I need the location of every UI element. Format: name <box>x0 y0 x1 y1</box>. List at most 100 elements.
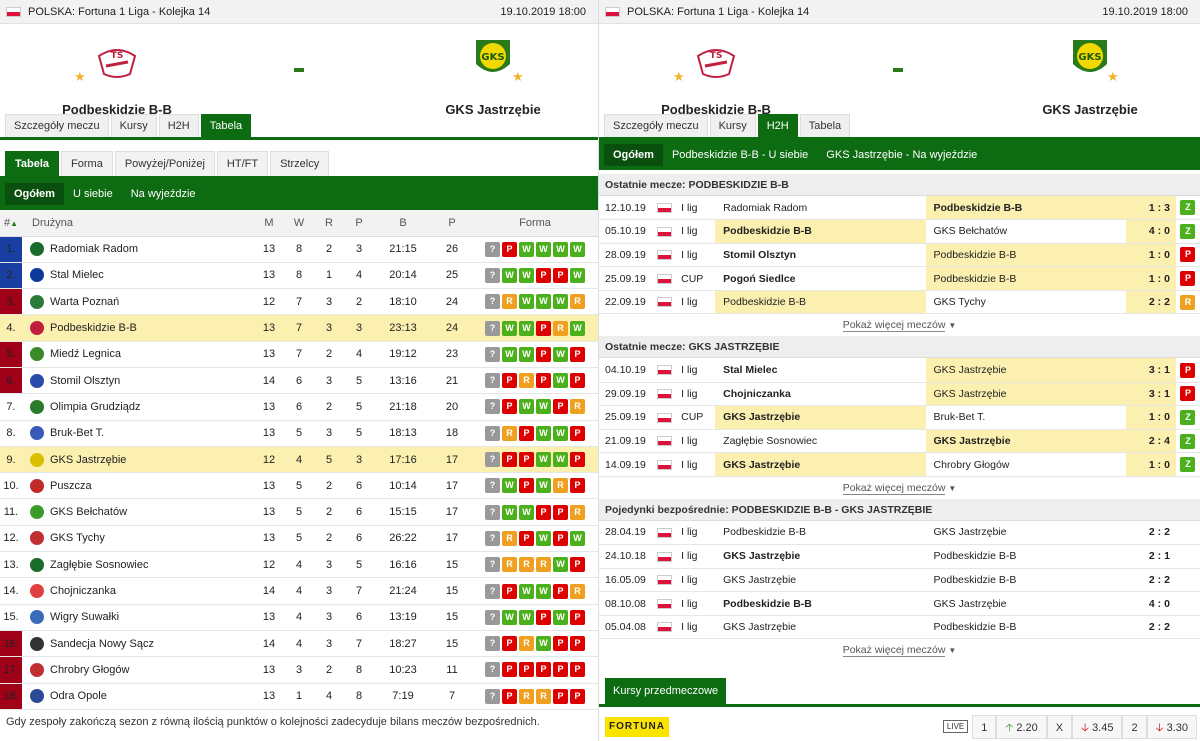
form-badge[interactable]: P <box>553 399 568 415</box>
team-cell[interactable]: Podbeskidzie B-B <box>22 314 254 342</box>
match-row[interactable]: 28.04.19 I lig Podbeskidzie B-B GKS Jastrzę… <box>599 520 1200 546</box>
table-row[interactable]: 13. Zagłębie Sosnowiec 12 4 3 5 16:16 15? R R R W P <box>0 551 598 579</box>
form-badge[interactable]: R <box>519 557 534 573</box>
form-badge[interactable]: W <box>553 609 568 625</box>
form-badge[interactable]: ? <box>485 320 500 336</box>
tab-standings[interactable]: Tabela <box>200 114 252 137</box>
form-badge[interactable]: W <box>536 425 551 441</box>
form-badge[interactable]: W <box>519 504 534 520</box>
team-cell[interactable]: GKS Jastrzębie <box>22 446 254 474</box>
team-cell[interactable]: Wigry Suwałki <box>22 604 254 631</box>
col-points[interactable]: P <box>432 210 472 237</box>
form-badge[interactable]: P <box>553 530 568 546</box>
form-badge[interactable]: W <box>536 294 551 310</box>
home-team[interactable]: TS Podbeskidzie B-B <box>22 36 212 117</box>
form-badge[interactable]: P <box>502 688 517 704</box>
form-badge[interactable]: ? <box>485 399 500 415</box>
match-row[interactable]: 24.10.18 I lig GKS Jastrzębie Podbeskidzie … <box>599 544 1200 569</box>
form-badge[interactable]: W <box>519 241 534 257</box>
form-badge[interactable]: W <box>553 557 568 573</box>
form-badge[interactable]: P <box>553 583 568 599</box>
tab-pre-match-odds[interactable]: Kursy przedmeczowe <box>605 678 727 704</box>
table-row[interactable]: 8. Bruk-Bet T. 13 5 3 5 18:13 18? R P W W P <box>0 420 598 447</box>
form-badge[interactable]: W <box>519 267 534 283</box>
form-badge[interactable]: W <box>502 346 517 362</box>
form-badge[interactable]: R <box>519 373 534 389</box>
form-badge[interactable]: P <box>570 557 585 573</box>
form-badge[interactable]: W <box>519 294 534 310</box>
col-wins[interactable]: W <box>284 210 314 237</box>
form-badge[interactable]: R <box>502 530 517 546</box>
form-badge[interactable]: W <box>502 478 517 494</box>
form-badge[interactable]: ? <box>485 609 500 625</box>
form-badge[interactable]: R <box>536 688 551 704</box>
show-more-link[interactable]: Pokaż więcej meczów ▼ <box>599 639 1200 661</box>
tab-match-details[interactable]: Szczegóły meczu <box>5 114 109 137</box>
team-cell[interactable]: Stomil Olsztyn <box>22 367 254 395</box>
away-team[interactable]: GKS GKS Jastrzębie <box>995 36 1185 117</box>
form-badge[interactable]: ? <box>485 530 500 546</box>
form-badge[interactable]: W <box>519 346 534 362</box>
form-badge[interactable]: ? <box>485 636 500 652</box>
table-row[interactable]: 7. Olimpia Grudziądz 13 6 2 5 21:18 20? P W W P R <box>0 393 598 421</box>
match-row[interactable]: 08.10.08 I lig Podbeskidzie B-B GKS Jastrzę… <box>599 591 1200 616</box>
form-badge[interactable]: ? <box>485 346 500 362</box>
form-badge[interactable]: P <box>519 478 534 494</box>
team-cell[interactable]: Chrobry Głogów <box>22 656 254 684</box>
form-badge[interactable]: W <box>536 583 551 599</box>
odds-value-draw[interactable]: 🡣 3.45 <box>1072 714 1123 739</box>
table-row[interactable]: 14. Chojniczanka 14 4 3 7 21:24 15? P W W P R <box>0 577 598 605</box>
form-badge[interactable]: P <box>570 452 585 468</box>
favorite-star-icon[interactable]: ★ <box>512 69 524 85</box>
match-row[interactable]: 28.09.19 I lig Stomil Olsztyn Podbeskidzie … <box>599 243 1200 268</box>
form-badge[interactable]: ? <box>485 662 500 678</box>
col-rank[interactable]: #▲ <box>0 210 22 237</box>
form-badge[interactable]: W <box>553 373 568 389</box>
form-badge[interactable]: P <box>502 636 517 652</box>
form-badge[interactable]: W <box>536 241 551 257</box>
team-cell[interactable]: Warta Poznań <box>22 288 254 316</box>
form-badge[interactable]: R <box>570 294 585 310</box>
team-cell[interactable]: Bruk-Bet T. <box>22 420 254 447</box>
match-row[interactable]: 22.09.19 I lig Podbeskidzie B-B GKS Tychy 2 … <box>599 290 1200 315</box>
form-badge[interactable]: W <box>570 267 585 283</box>
form-badge[interactable]: P <box>553 504 568 520</box>
h2h-filter-away[interactable]: GKS Jastrzębie - Na wyjeździe <box>817 144 986 166</box>
form-badge[interactable]: W <box>536 636 551 652</box>
form-badge[interactable]: P <box>553 662 568 678</box>
form-badge[interactable]: P <box>570 688 585 704</box>
form-badge[interactable]: ? <box>485 267 500 283</box>
table-row[interactable]: 12. GKS Tychy 13 5 2 6 26:22 17? R P W P W <box>0 525 598 553</box>
match-row[interactable]: 16.05.09 I lig GKS Jastrzębie Podbeskidzie … <box>599 568 1200 593</box>
team-cell[interactable]: Odra Opole <box>22 683 254 710</box>
team-cell[interactable]: Puszcza <box>22 472 254 500</box>
form-badge[interactable]: W <box>570 320 585 336</box>
subtab-htft[interactable]: HT/FT <box>216 151 269 176</box>
form-badge[interactable]: P <box>553 267 568 283</box>
form-badge[interactable]: P <box>553 636 568 652</box>
form-badge[interactable]: W <box>519 609 534 625</box>
form-badge[interactable]: P <box>570 425 585 441</box>
tab-standings[interactable]: Tabela <box>799 114 851 137</box>
form-badge[interactable]: P <box>570 346 585 362</box>
table-row[interactable]: 17. Chrobry Głogów 13 3 2 8 10:23 11? P P P P P <box>0 656 598 684</box>
form-badge[interactable]: R <box>519 636 534 652</box>
h2h-filter-overall[interactable]: Ogółem <box>604 144 663 166</box>
h2h-filter-home[interactable]: Podbeskidzie B-B - U siebie <box>663 144 817 166</box>
form-badge[interactable]: W <box>502 320 517 336</box>
show-more-link[interactable]: Pokaż więcej meczów ▼ <box>599 477 1200 499</box>
away-team[interactable]: GKS GKS Jastrzębie <box>398 36 588 117</box>
match-row[interactable]: 05.10.19 I lig Podbeskidzie B-B GKS Bełchat… <box>599 219 1200 244</box>
odds-value-home[interactable]: 🡡 2.20 <box>996 714 1047 739</box>
form-badge[interactable]: P <box>536 373 551 389</box>
filter-home[interactable]: U siebie <box>64 183 122 205</box>
form-badge[interactable]: R <box>570 399 585 415</box>
form-badge[interactable]: P <box>502 662 517 678</box>
team-cell[interactable]: Stal Mielec <box>22 262 254 290</box>
form-badge[interactable]: W <box>519 583 534 599</box>
form-badge[interactable]: ? <box>485 294 500 310</box>
table-row[interactable]: 1. Radomiak Radom 13 8 2 3 21:15 26? P W W W W <box>0 236 598 263</box>
form-badge[interactable]: W <box>502 504 517 520</box>
odds-value-away[interactable]: 🡣 3.30 <box>1146 714 1197 739</box>
form-badge[interactable]: W <box>553 294 568 310</box>
